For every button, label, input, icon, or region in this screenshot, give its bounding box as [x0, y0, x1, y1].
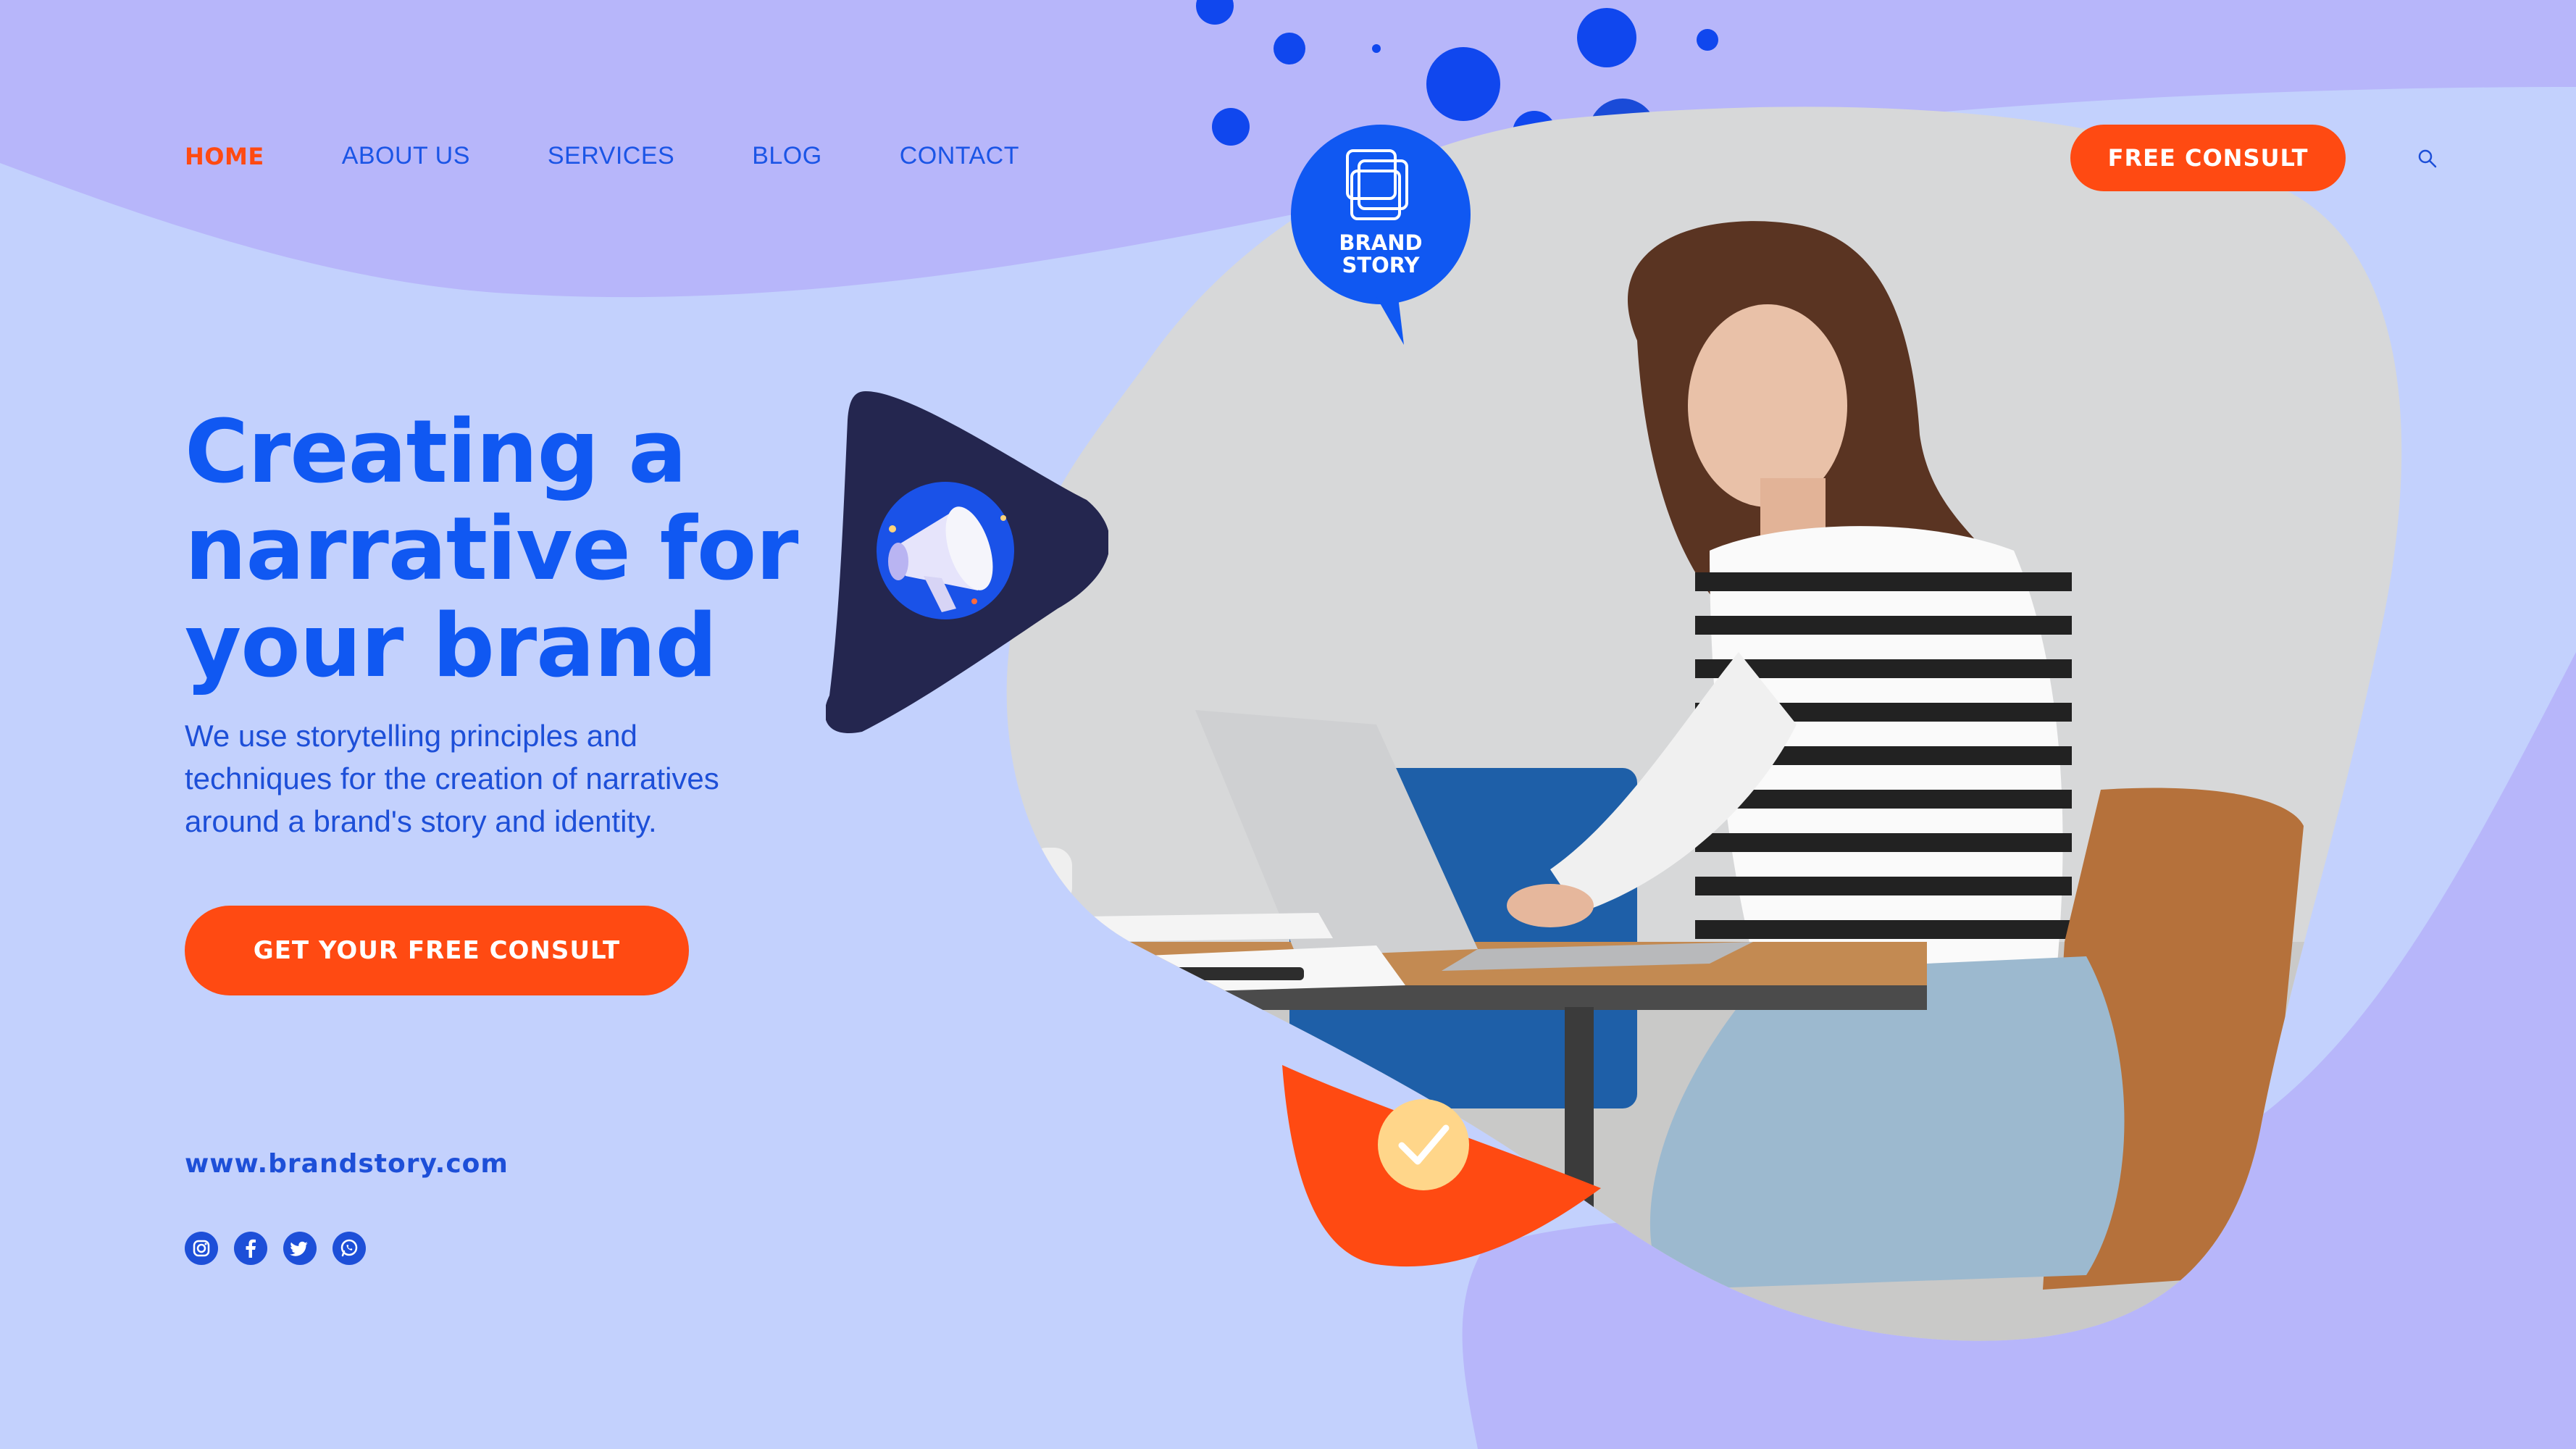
- nav-services[interactable]: SERVICES: [548, 142, 674, 170]
- logo-text: BRAND STORY: [1289, 232, 1472, 277]
- nav-home[interactable]: HOME: [185, 143, 264, 170]
- nav-contact[interactable]: CONTACT: [900, 142, 1019, 170]
- logo-text-line2: STORY: [1342, 253, 1420, 277]
- hero-description-line2: techniques for the creation of narrative…: [185, 761, 719, 796]
- hero-title-line2: narrative for: [185, 499, 798, 600]
- whatsapp-icon[interactable]: [333, 1232, 366, 1265]
- check-icon: [1378, 1099, 1469, 1190]
- social-links: [185, 1232, 382, 1265]
- instagram-icon[interactable]: [185, 1232, 218, 1265]
- hero-description-line3: around a brand's story and identity.: [185, 804, 657, 838]
- get-free-consult-button[interactable]: GET YOUR FREE CONSULT: [185, 906, 689, 995]
- woman-face: [1688, 304, 1847, 507]
- nav-blog[interactable]: BLOG: [752, 142, 821, 170]
- hero-description: We use storytelling principles and techn…: [185, 714, 808, 843]
- twitter-icon[interactable]: [283, 1232, 317, 1265]
- hero-title-line3: your brand: [185, 596, 717, 697]
- main-nav: HOME ABOUT US SERVICES BLOG CONTACT: [185, 142, 1097, 170]
- search-icon[interactable]: [2417, 148, 2438, 170]
- website-link[interactable]: www.brandstory.com: [185, 1149, 509, 1179]
- logo-text-line1: BRAND: [1339, 230, 1423, 255]
- free-consult-button[interactable]: FREE CONSULT: [2070, 125, 2346, 191]
- hero-description-line1: We use storytelling principles and: [185, 719, 637, 753]
- megaphone-badge: [826, 391, 1108, 733]
- facebook-icon[interactable]: [234, 1232, 267, 1265]
- hero-title: Creating a narrative for your brand: [185, 404, 837, 696]
- hero-title-line1: Creating a: [185, 402, 687, 503]
- nav-about-us[interactable]: ABOUT US: [342, 142, 470, 170]
